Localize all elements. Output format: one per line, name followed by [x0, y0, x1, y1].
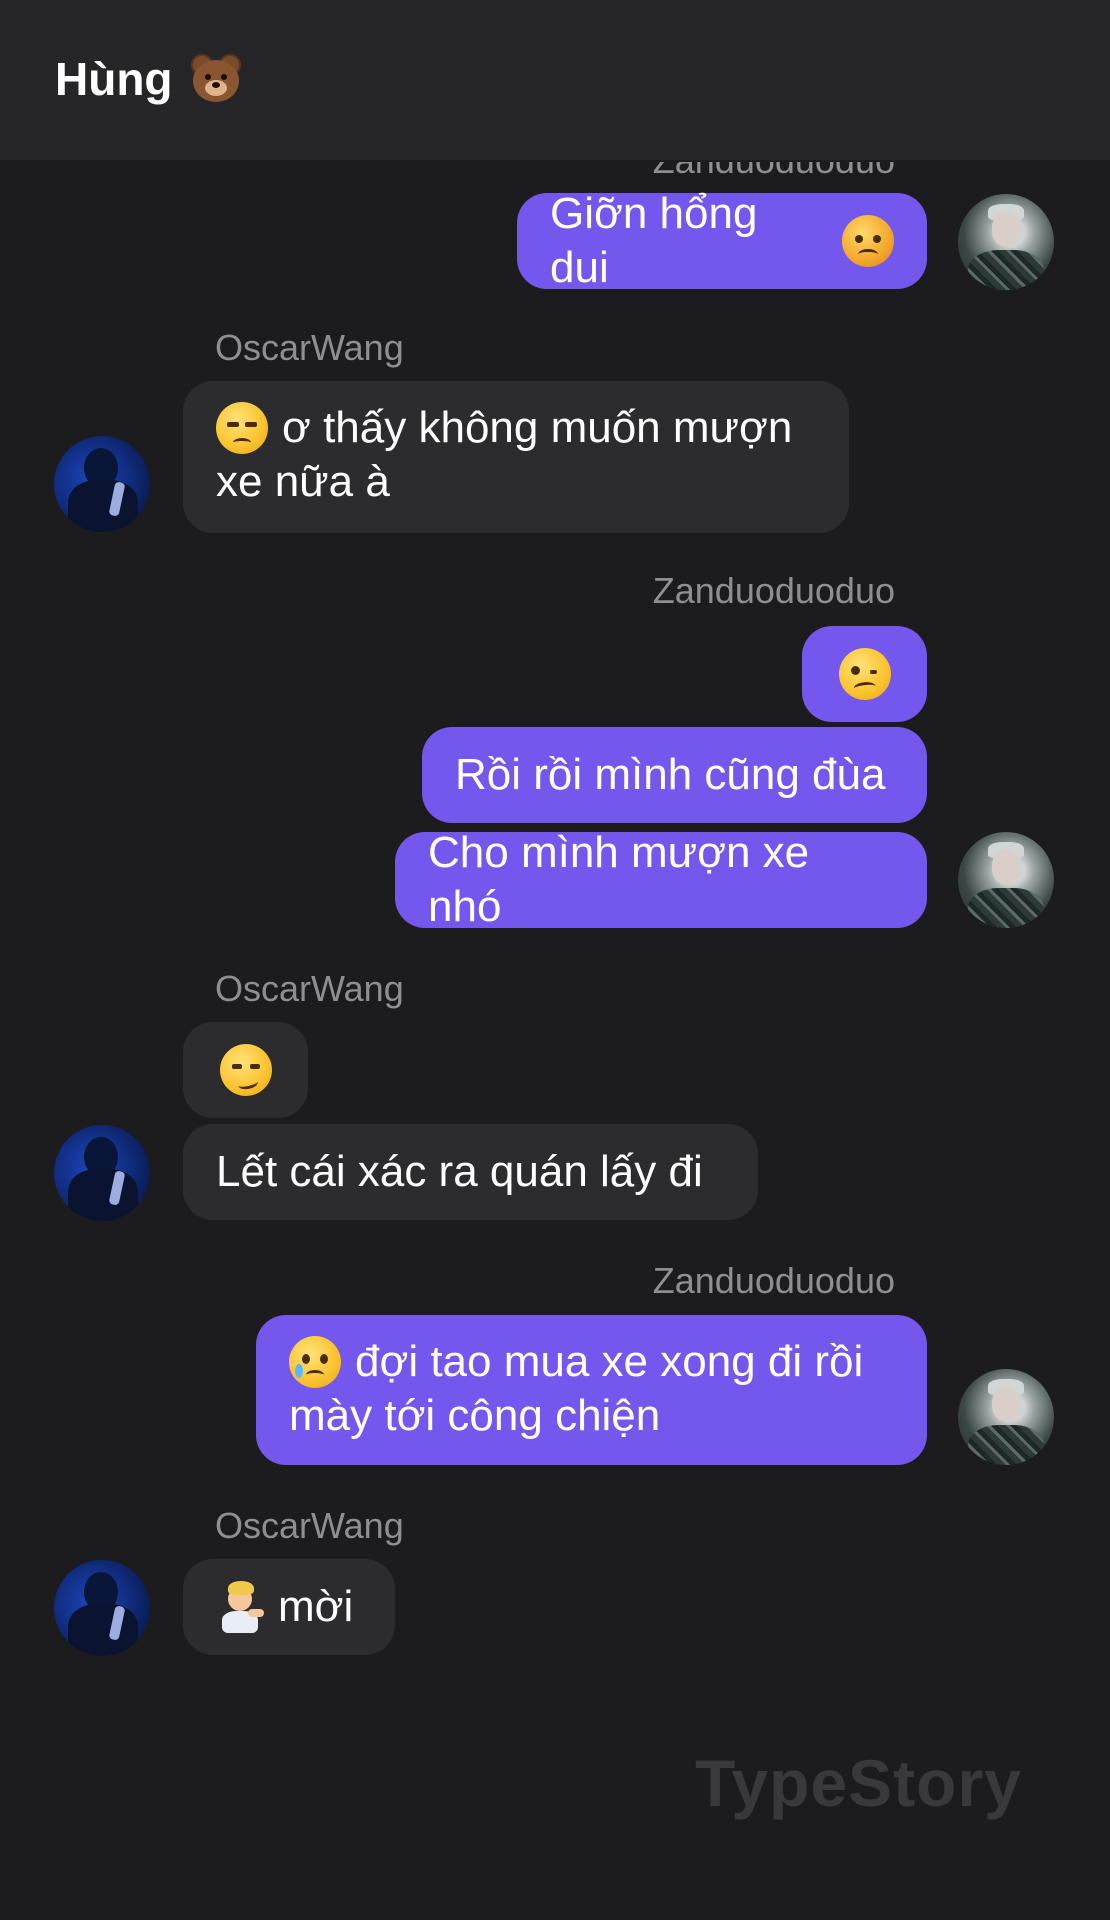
- sender-name: OscarWang: [215, 968, 404, 1009]
- message-bubble-incoming[interactable]: mời: [183, 1559, 395, 1655]
- message-text: mày tới công chiện: [289, 1391, 661, 1440]
- message-text: xe nữa à: [216, 457, 390, 506]
- message-bubble-outgoing[interactable]: đợi tao mua xe xong đi rồi mày tới công …: [256, 1315, 927, 1465]
- message-text: Giỡn hổng dui: [550, 189, 758, 292]
- angry-face-icon: [842, 215, 894, 267]
- watermark: TypeStory: [695, 1746, 1022, 1820]
- message-bubble-outgoing[interactable]: Cho mình mượn xe nhó: [395, 828, 927, 931]
- chat-header: Hùng: [0, 0, 1110, 160]
- sender-name: OscarWang: [215, 327, 404, 368]
- bear-face-icon: [189, 54, 243, 104]
- message-text: ơ thấy không muốn mượn: [282, 403, 793, 452]
- avatar[interactable]: [54, 1125, 150, 1221]
- message-text: mời: [278, 1582, 354, 1631]
- smirking-face-icon: [219, 1044, 272, 1096]
- message-text: Lết cái xác ra quán lấy đi: [216, 1147, 703, 1196]
- message-bubble-outgoing[interactable]: Rồi rồi mình cũng đùa: [422, 727, 927, 823]
- avatar[interactable]: [54, 1560, 150, 1656]
- avatar[interactable]: [958, 194, 1054, 290]
- person-tipping-hand-icon: [216, 1581, 264, 1633]
- face-holding-back-tears-icon: [289, 1336, 341, 1388]
- message-text: Cho mình mượn xe nhó: [428, 828, 810, 931]
- message-bubble-outgoing[interactable]: [802, 626, 927, 722]
- avatar[interactable]: [958, 1369, 1054, 1465]
- chat-title-text: Hùng: [55, 53, 173, 105]
- message-bubble-incoming[interactable]: [183, 1022, 308, 1118]
- sender-name: Zanduoduoduo: [652, 570, 895, 611]
- woozy-face-icon: [838, 648, 891, 700]
- sender-name: OscarWang: [215, 1505, 404, 1546]
- message-bubble-outgoing[interactable]: Giỡn hổng dui: [517, 189, 927, 292]
- message-text: Rồi rồi mình cũng đùa: [455, 750, 886, 799]
- avatar[interactable]: [54, 436, 150, 532]
- chat-title[interactable]: Hùng: [55, 52, 243, 106]
- avatar[interactable]: [958, 832, 1054, 928]
- sender-name: Zanduoduoduo: [652, 1260, 895, 1301]
- message-text: đợi tao mua xe xong đi rồi: [355, 1337, 864, 1386]
- message-bubble-incoming[interactable]: ơ thấy không muốn mượn xe nữa à: [183, 381, 849, 533]
- unamused-face-icon: [216, 402, 268, 454]
- message-bubble-incoming[interactable]: Lết cái xác ra quán lấy đi: [183, 1124, 758, 1220]
